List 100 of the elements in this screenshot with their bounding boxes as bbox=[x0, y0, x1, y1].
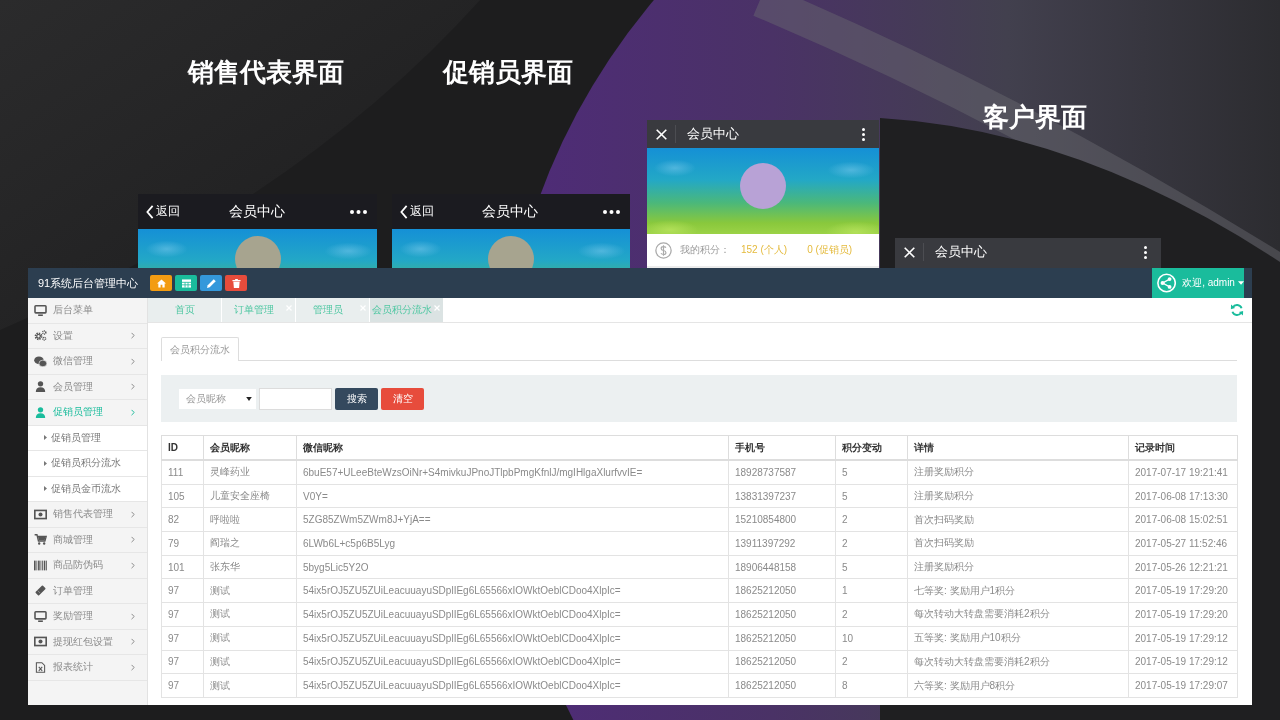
table-cell: 97 bbox=[161, 626, 204, 650]
table-cell: 呼啦啦 bbox=[203, 507, 297, 532]
chevron-right-icon bbox=[131, 638, 135, 646]
column-header: 记录时间 bbox=[1128, 435, 1238, 460]
table-cell: 97 bbox=[161, 602, 204, 627]
pencil-button[interactable] bbox=[200, 275, 222, 291]
caret-down-icon bbox=[1237, 281, 1244, 285]
ticket-icon bbox=[34, 585, 47, 597]
table-cell: 18625212050 bbox=[728, 578, 836, 603]
screen-title: 会员中心 bbox=[228, 202, 285, 221]
table-cell: 54ix5rOJ5ZU5ZUiLeacuuayuSDplIEg6L65566xIOWktOeblCDoo4XlpIc= bbox=[296, 602, 729, 627]
table-cell: 105 bbox=[161, 484, 204, 508]
table-cell: 首次扫码奖励 bbox=[907, 531, 1129, 556]
clear-button[interactable]: 清空 bbox=[381, 387, 424, 410]
table-cell: 5byg5Lic5Y2O bbox=[296, 555, 729, 579]
panel-tab[interactable]: 会员积分流水 bbox=[161, 337, 239, 361]
table-cell: 2017-06-08 15:02:51 bbox=[1128, 507, 1238, 532]
table-cell: 张东华 bbox=[203, 555, 297, 579]
table-cell: 五等奖: 奖励用户10积分 bbox=[907, 626, 1129, 650]
home-button[interactable] bbox=[150, 275, 172, 291]
table-cell: 18625212050 bbox=[728, 673, 836, 698]
personal-points: 152 (个人) bbox=[741, 243, 788, 257]
search-input-field[interactable] bbox=[259, 387, 332, 410]
filter-select[interactable]: 会员昵称 bbox=[179, 388, 256, 409]
table-cell: 七等奖: 奖励用户1积分 bbox=[907, 578, 1129, 603]
table-cell: 测试 bbox=[203, 602, 297, 627]
table-cell: 54ix5rOJ5ZU5ZUiLeacuuayuSDplIEg6L65566xIOWktOeblCDoo4XlpIc= bbox=[296, 578, 729, 603]
page-tab[interactable]: 订单管理 bbox=[222, 298, 296, 322]
coin-icon bbox=[655, 241, 672, 259]
table-cell: 97 bbox=[161, 673, 204, 698]
table-cell: 测试 bbox=[203, 626, 297, 650]
table-cell: 测试 bbox=[203, 650, 297, 674]
table-cell: 2017-06-08 17:13:30 bbox=[1128, 484, 1238, 508]
table-cell: 2 bbox=[835, 531, 908, 556]
table-cell: 82 bbox=[161, 507, 204, 532]
sidebar-subitem[interactable]: 促销员积分流水 bbox=[28, 451, 147, 477]
table-cell: 2017-05-19 17:29:07 bbox=[1128, 673, 1238, 698]
more-icon[interactable] bbox=[1144, 245, 1147, 259]
chevron-right-icon bbox=[131, 408, 135, 416]
gears-icon bbox=[34, 330, 47, 342]
table-cell: 测试 bbox=[203, 673, 297, 698]
page-tab[interactable]: 管理员 bbox=[296, 298, 370, 322]
table-cell: 54ix5rOJ5ZU5ZUiLeacuuayuSDplIEg6L65566xIOWktOeblCDoo4XlpIc= bbox=[296, 650, 729, 674]
table-cell: 2017-05-19 17:29:20 bbox=[1128, 602, 1238, 627]
table-cell: 2017-05-26 12:21:21 bbox=[1128, 555, 1238, 579]
table-cell: 每次转动大转盘需要消耗2积分 bbox=[907, 602, 1129, 627]
table-cell: 2017-05-27 11:52:46 bbox=[1128, 531, 1238, 556]
table-cell: 儿童安全座椅 bbox=[203, 484, 297, 508]
sidebar-subitem[interactable]: 促销员金币流水 bbox=[28, 476, 147, 502]
table-cell: 六等奖: 奖励用户8积分 bbox=[907, 673, 1129, 698]
table-cell: 测试 bbox=[203, 578, 297, 603]
slide-heading: 销售代表界面 bbox=[188, 57, 344, 87]
table-cell: 每次转动大转盘需要消耗2积分 bbox=[907, 650, 1129, 674]
table-cell: 5 bbox=[835, 460, 908, 485]
user-menu-button[interactable]: 欢迎, admin bbox=[1152, 268, 1244, 298]
close-icon[interactable] bbox=[656, 128, 667, 140]
sidebar-subitem[interactable]: 促销员管理 bbox=[28, 425, 147, 451]
chevron-right-icon bbox=[131, 332, 135, 340]
screen-title: 会员中心 bbox=[687, 125, 739, 143]
table-cell: 101 bbox=[161, 555, 204, 579]
table-cell: 6buE57+ULeeBteWzsOiNr+S4mivkuJPnoJTlpbPmgKfnlJ/mgIHlgaXlurfvvIE= bbox=[296, 460, 729, 485]
table-cell: 2 bbox=[835, 602, 908, 627]
chevron-right-icon bbox=[131, 357, 135, 365]
app-title: 91系统后台管理中心 bbox=[37, 275, 140, 291]
chevron-right-icon bbox=[131, 510, 135, 518]
table-cell: 8 bbox=[835, 673, 908, 698]
chevron-right-icon bbox=[131, 561, 135, 569]
back-button[interactable]: 返回 bbox=[400, 203, 434, 220]
table-icon bbox=[181, 278, 191, 288]
search-button[interactable]: 搜索 bbox=[335, 387, 378, 410]
trash-button[interactable] bbox=[225, 275, 247, 291]
column-header: 积分变动 bbox=[835, 435, 908, 460]
more-icon[interactable] bbox=[350, 209, 367, 214]
promoter-points: 0 (促销员) bbox=[807, 243, 853, 257]
close-icon[interactable] bbox=[904, 246, 915, 258]
table-cell: 18625212050 bbox=[728, 602, 836, 627]
table-cell: 5 bbox=[835, 555, 908, 579]
page-tab[interactable]: 首页 bbox=[148, 298, 222, 322]
grid-button[interactable] bbox=[175, 275, 197, 291]
table-cell: 97 bbox=[161, 578, 204, 603]
table-cell: 15210854800 bbox=[728, 507, 836, 532]
more-icon[interactable] bbox=[603, 209, 620, 214]
table-cell: V0Y= bbox=[296, 484, 729, 508]
table-cell: 18625212050 bbox=[728, 650, 836, 674]
table-cell: 5 bbox=[835, 484, 908, 508]
chevron-right-icon bbox=[131, 612, 135, 620]
table-cell: 18625212050 bbox=[728, 626, 836, 650]
more-icon[interactable] bbox=[862, 127, 865, 141]
table-cell: 首次扫码奖励 bbox=[907, 507, 1129, 532]
home-icon bbox=[156, 278, 166, 288]
trash-icon bbox=[231, 278, 241, 288]
table-cell: 18928737587 bbox=[728, 460, 836, 485]
table-cell: 13911397292 bbox=[728, 531, 836, 556]
back-button[interactable]: 返回 bbox=[146, 203, 180, 220]
refresh-icon[interactable] bbox=[1230, 303, 1244, 317]
chevron-right-icon bbox=[131, 663, 135, 671]
table-cell: 54ix5rOJ5ZU5ZUiLeacuuayuSDplIEg6L65566xIOWktOeblCDoo4XlpIc= bbox=[296, 626, 729, 650]
table-cell: 阎瑞之 bbox=[203, 531, 297, 556]
table-cell: 13831397237 bbox=[728, 484, 836, 508]
table-cell: 注册奖励积分 bbox=[907, 460, 1129, 485]
